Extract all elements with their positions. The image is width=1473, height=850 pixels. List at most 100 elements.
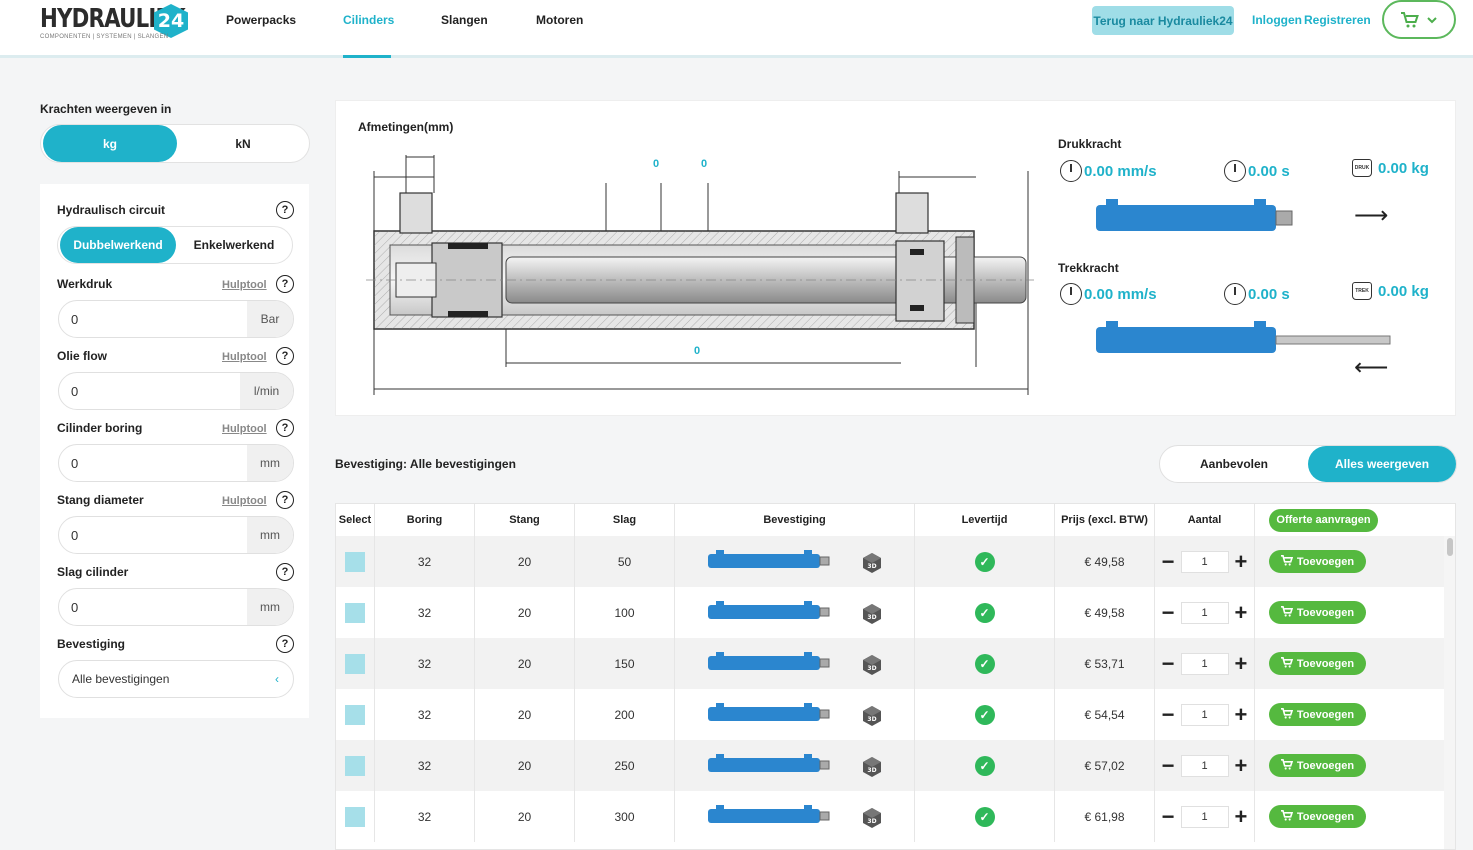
login-link[interactable]: Inloggen <box>1252 13 1302 27</box>
pull-time: 0.00 s <box>1224 283 1290 305</box>
col-bevestiging: Bevestiging <box>675 504 915 536</box>
stang-diameter-field: mm <box>58 516 294 554</box>
delivery-cell: ✓ <box>915 740 1055 791</box>
minus-icon[interactable]: − <box>1162 703 1175 726</box>
nav-motoren[interactable]: Motoren <box>536 13 583 27</box>
quantity-stepper: −1 + <box>1162 550 1248 573</box>
3d-step-download-icon[interactable]: 3D <box>860 551 882 573</box>
slag-cilinder-field: mm <box>58 588 294 626</box>
plus-icon[interactable]: + <box>1235 703 1248 726</box>
minus-icon[interactable]: − <box>1162 550 1175 573</box>
row-select-checkbox[interactable] <box>345 704 365 725</box>
row-select-checkbox[interactable] <box>345 653 365 674</box>
olie-flow-unit: l/min <box>240 373 293 409</box>
3d-step-download-icon[interactable]: 3D <box>860 602 882 624</box>
mounting-show-all[interactable]: Alles weergeven <box>1308 446 1456 482</box>
3d-step-download-icon[interactable]: 3D <box>860 653 882 675</box>
minus-icon[interactable]: − <box>1162 652 1175 675</box>
stang-cell: 20 <box>475 791 575 842</box>
add-to-cart-button[interactable]: Toevoegen <box>1269 805 1366 828</box>
scrollbar-thumb[interactable] <box>1447 538 1453 556</box>
hulptool-stang-diameter[interactable]: Hulptool <box>222 495 267 507</box>
add-to-cart-button[interactable]: Toevoegen <box>1269 703 1366 726</box>
circuit-help-icon[interactable]: ? <box>276 201 294 219</box>
3d-step-download-icon[interactable]: 3D <box>860 806 882 828</box>
force-unit-kn[interactable]: kN <box>177 125 309 162</box>
quote-request-button[interactable]: Offerte aanvragen <box>1269 508 1378 532</box>
plus-icon[interactable]: + <box>1235 652 1248 675</box>
hulptool-cilinder-boring[interactable]: Hulptool <box>222 423 267 435</box>
hulptool-olie-flow[interactable]: Hulptool <box>222 351 267 363</box>
plus-icon[interactable]: + <box>1235 754 1248 777</box>
cart-button[interactable] <box>1382 0 1456 39</box>
mounting-recommended[interactable]: Aanbevolen <box>1160 446 1308 482</box>
price-cell: € 57,02 <box>1055 740 1155 791</box>
nav-slangen[interactable]: Slangen <box>441 13 488 27</box>
plus-icon[interactable]: + <box>1235 550 1248 573</box>
nav-cilinders[interactable]: Cilinders <box>343 13 394 27</box>
cilinder-boring-input[interactable] <box>71 445 231 481</box>
3d-step-download-icon[interactable]: 3D <box>860 755 882 777</box>
dim-label-top-1: 0 <box>653 158 660 170</box>
row-select-checkbox[interactable] <box>345 755 365 776</box>
table-row: 32 20 200 3D ✓ € 54,54−1 + Toevoegen <box>336 689 1444 740</box>
add-to-cart-button[interactable]: Toevoegen <box>1269 652 1366 675</box>
table-scrollbar[interactable] <box>1444 536 1455 849</box>
help-slag-cilinder-icon[interactable]: ? <box>276 563 294 581</box>
add-to-cart-button[interactable]: Toevoegen <box>1269 601 1366 624</box>
quantity-stepper: −1 + <box>1162 754 1248 777</box>
add-button-label: Toevoegen <box>1296 606 1355 619</box>
force-unit-toggle: kg kN <box>40 124 310 163</box>
minus-icon[interactable]: − <box>1162 601 1175 624</box>
help-cilinder-boring-icon[interactable]: ? <box>276 419 294 437</box>
stang-diameter-input[interactable] <box>71 517 231 553</box>
werkdruk-input[interactable] <box>71 301 231 337</box>
select-cell <box>336 587 375 638</box>
add-button-label: Toevoegen <box>1296 555 1355 568</box>
nav-powerpacks[interactable]: Powerpacks <box>226 13 296 27</box>
help-mount-icon[interactable]: ? <box>276 635 294 653</box>
minus-icon[interactable]: − <box>1162 805 1175 828</box>
circuit-double-acting[interactable]: Dubbelwerkend <box>60 227 176 263</box>
weight-icon: DRUK <box>1352 159 1372 177</box>
quantity-input[interactable]: 1 <box>1180 754 1229 777</box>
circuit-single-acting[interactable]: Enkelwerkend <box>176 227 292 263</box>
quantity-input[interactable]: 1 <box>1180 652 1229 675</box>
row-select-checkbox[interactable] <box>345 806 365 827</box>
delivery-cell: ✓ <box>915 689 1055 740</box>
plus-icon[interactable]: + <box>1235 805 1248 828</box>
quantity-input[interactable]: 1 <box>1180 805 1229 828</box>
table-row: 32 20 250 3D ✓ € 57,02−1 + Toevoegen <box>336 740 1444 791</box>
help-werkdruk-icon[interactable]: ? <box>276 275 294 293</box>
col-stang: Stang <box>475 504 575 536</box>
help-olie-flow-icon[interactable]: ? <box>276 347 294 365</box>
add-to-cart-button[interactable]: Toevoegen <box>1269 550 1366 573</box>
cylinder-thumbnail-icon <box>707 752 830 779</box>
add-to-cart-button[interactable]: Toevoegen <box>1269 754 1366 777</box>
back-to-site-button[interactable]: Terug naar Hydrauliek24 <box>1092 6 1234 35</box>
circuit-toggle: Dubbelwerkend Enkelwerkend <box>57 226 293 264</box>
plus-icon[interactable]: + <box>1235 601 1248 624</box>
olie-flow-input[interactable] <box>71 373 231 409</box>
quantity-input[interactable]: 1 <box>1180 550 1229 573</box>
werkdruk-field: Bar <box>58 300 294 338</box>
help-stang-diameter-icon[interactable]: ? <box>276 491 294 509</box>
quantity-input[interactable]: 1 <box>1180 703 1229 726</box>
quantity-cell: −1 + <box>1155 791 1255 842</box>
quantity-input[interactable]: 1 <box>1180 601 1229 624</box>
action-cell: Toevoegen <box>1255 791 1444 842</box>
row-select-checkbox[interactable] <box>345 551 365 572</box>
row-select-checkbox[interactable] <box>345 602 365 623</box>
hulptool-werkdruk[interactable]: Hulptool <box>222 279 267 291</box>
slag-cilinder-input[interactable] <box>71 589 231 625</box>
select-cell <box>336 791 375 842</box>
mount-select[interactable]: Alle bevestigingen ‹ <box>58 660 294 698</box>
mounting-filter-toggle: Aanbevolen Alles weergeven <box>1159 445 1457 483</box>
dimensions-card: Afmetingen(mm) 0 0 0 Drukkracht 0.00 mm/… <box>335 100 1456 416</box>
logo[interactable]: HYDRAULIEK 24 COMPONENTEN | SYSTEMEN | S… <box>40 4 217 40</box>
minus-icon[interactable]: − <box>1162 754 1175 777</box>
3d-step-download-icon[interactable]: 3D <box>860 704 882 726</box>
force-unit-kg[interactable]: kg <box>43 125 177 162</box>
cart-icon <box>1280 554 1293 569</box>
register-link[interactable]: Registreren <box>1304 13 1371 27</box>
